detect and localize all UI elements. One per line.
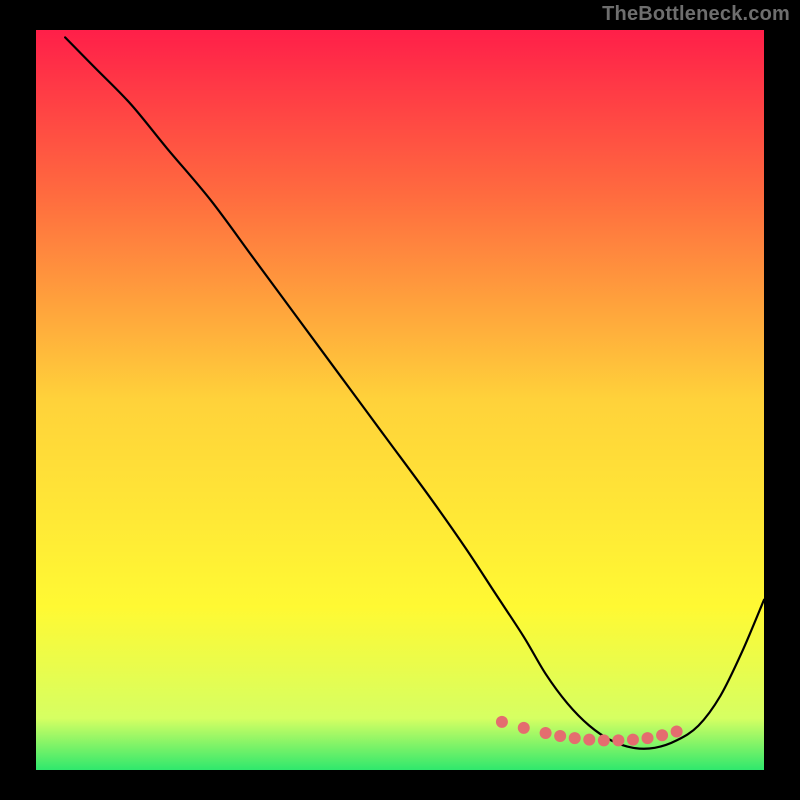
- marker-dot: [569, 732, 581, 744]
- marker-dot: [554, 730, 566, 742]
- marker-dot: [612, 734, 624, 746]
- marker-dot: [656, 729, 668, 741]
- marker-dot: [642, 732, 654, 744]
- bottleneck-plot: [0, 0, 800, 800]
- chart-stage: TheBottleneck.com: [0, 0, 800, 800]
- marker-dot: [598, 734, 610, 746]
- watermark-text: TheBottleneck.com: [602, 3, 790, 26]
- marker-dot: [496, 716, 508, 728]
- marker-dot: [671, 726, 683, 738]
- marker-dot: [540, 727, 552, 739]
- marker-dot: [583, 734, 595, 746]
- marker-dot: [627, 734, 639, 746]
- plot-area: [36, 30, 764, 770]
- marker-dot: [518, 722, 530, 734]
